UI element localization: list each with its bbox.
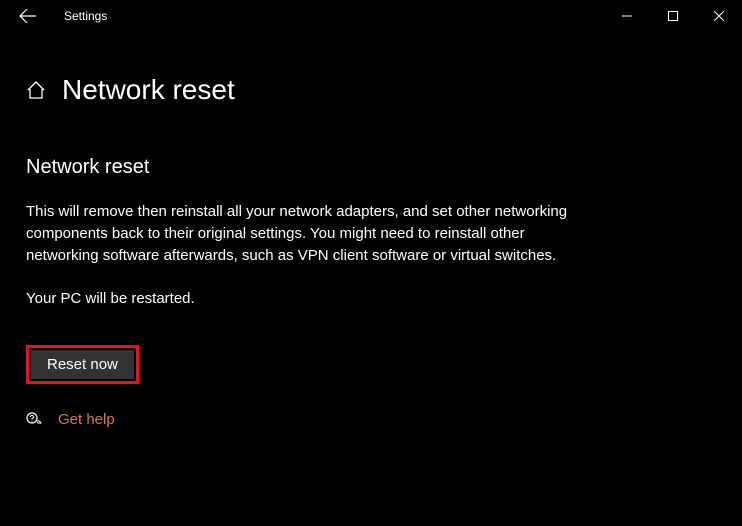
close-icon <box>714 11 724 21</box>
maximize-icon <box>668 11 678 21</box>
maximize-button[interactable] <box>650 0 696 32</box>
minimize-button[interactable] <box>604 0 650 32</box>
app-title: Settings <box>64 9 107 23</box>
close-button[interactable] <box>696 0 742 32</box>
section-heading: Network reset <box>26 156 594 179</box>
description-text: This will remove then reinstall all your… <box>26 201 594 266</box>
content-area: Network reset This will remove then rein… <box>0 106 620 428</box>
help-link-text: Get help <box>58 411 115 428</box>
help-icon <box>26 410 44 428</box>
reset-now-button[interactable]: Reset now <box>31 350 134 379</box>
titlebar-left: Settings <box>10 4 107 28</box>
minimize-icon <box>622 11 632 21</box>
restart-note: Your PC will be restarted. <box>26 290 594 307</box>
home-icon-svg <box>26 80 46 100</box>
back-button[interactable] <box>16 4 40 28</box>
page-title: Network reset <box>62 74 235 106</box>
page-header: Network reset <box>0 32 742 106</box>
window-controls <box>604 0 742 32</box>
titlebar: Settings <box>0 0 742 32</box>
get-help-link[interactable]: Get help <box>26 410 594 428</box>
home-icon[interactable] <box>26 80 46 100</box>
reset-button-highlight: Reset now <box>26 345 139 384</box>
arrow-left-icon <box>19 7 37 25</box>
